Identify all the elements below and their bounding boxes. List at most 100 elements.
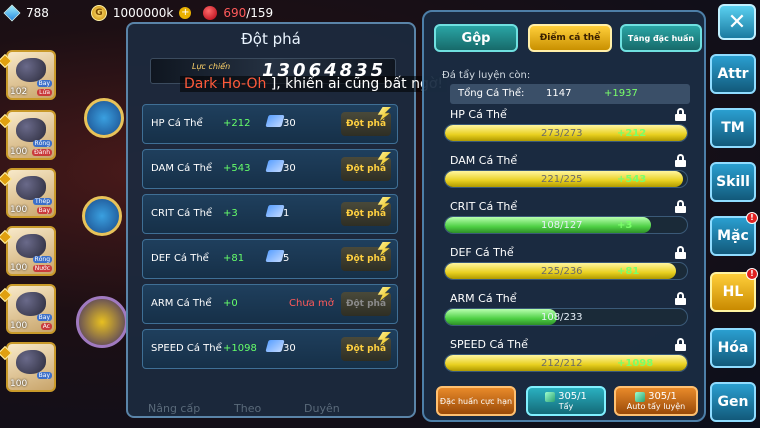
breakthrough-row: ARM Cá Thể +0 Chưa mở Đột phá bbox=[142, 284, 398, 324]
type-badge: Rồng bbox=[32, 140, 52, 147]
type-badge: Thép bbox=[33, 198, 52, 205]
lock-icon[interactable] bbox=[675, 338, 686, 351]
side-tab-mặc[interactable]: Mặc! bbox=[710, 212, 758, 256]
iv-stat-row: SPEED Cá Thể 212/212 +1098 bbox=[442, 338, 694, 384]
panel-title: Đột phá bbox=[241, 30, 301, 48]
tab-upgrade[interactable]: Nâng cấp bbox=[148, 402, 200, 415]
tab-iv-points[interactable]: Điểm cá thể bbox=[528, 24, 612, 52]
ticket-icon bbox=[265, 340, 285, 352]
side-tab-hl[interactable]: HL! bbox=[710, 268, 758, 312]
stat-bonus: +1098 bbox=[223, 343, 257, 354]
iv-progress-text: 108/127 bbox=[541, 220, 583, 231]
iv-stat-name: DEF Cá Thể bbox=[450, 246, 514, 259]
type-badge: Lửa bbox=[37, 89, 52, 96]
wash-button[interactable]: 305/1 Tẩy bbox=[526, 386, 606, 416]
stat-bonus: +212 bbox=[223, 118, 251, 129]
stat-label: DAM Cá Thể bbox=[151, 163, 213, 174]
stone-icon bbox=[635, 391, 646, 402]
breakthrough-row: DAM Cá Thể +543 30 Đột phá bbox=[142, 149, 398, 189]
type-badge: Bay bbox=[36, 207, 52, 214]
iv-stat-name: SPEED Cá Thể bbox=[450, 338, 528, 351]
total-value: 1147 bbox=[546, 88, 572, 99]
iv-bonus: +81 bbox=[617, 266, 640, 277]
wash-count: 305/1 bbox=[558, 391, 587, 402]
pokemon-sprite bbox=[16, 350, 46, 374]
side-tab-attr[interactable]: Attr bbox=[710, 54, 756, 94]
side-tab-label: Gen bbox=[717, 394, 749, 410]
iv-bonus: +1098 bbox=[617, 358, 654, 369]
special-label: Đặc huấn cực hạn bbox=[439, 396, 513, 406]
gem-count: 788 bbox=[26, 6, 49, 20]
lock-icon[interactable] bbox=[675, 108, 686, 121]
type-badge: Nước bbox=[32, 265, 52, 272]
tab-merge[interactable]: Gộp bbox=[434, 24, 518, 52]
total-row: Tổng Cá Thể: 1147 +1937 bbox=[450, 84, 690, 104]
iv-stat-row: HP Cá Thể 273/273 +212 bbox=[442, 108, 694, 154]
lock-icon[interactable] bbox=[675, 246, 686, 259]
gold-icon: G bbox=[90, 5, 107, 21]
pokemon-sprite bbox=[16, 234, 46, 258]
add-gold-icon[interactable]: + bbox=[179, 7, 192, 19]
bag-icon[interactable] bbox=[82, 196, 122, 236]
special-training-button[interactable]: Đặc huấn cực hạn bbox=[436, 386, 516, 416]
ticket-count: 30 bbox=[283, 163, 296, 174]
chat-overlay: Dark Ho-Oh ], khiến ai cũng bất ngờ! bbox=[180, 76, 448, 92]
pokemon-card[interactable]: Bay Ác 100 bbox=[6, 284, 56, 334]
wash-label: Tẩy bbox=[558, 402, 574, 411]
stamina-max: /159 bbox=[246, 6, 274, 20]
stat-bonus: +81 bbox=[223, 253, 245, 264]
iv-progress-text: 108/233 bbox=[541, 312, 583, 323]
close-button[interactable]: ✕ bbox=[718, 4, 756, 40]
type-badge: Rồng bbox=[32, 256, 52, 263]
item-bubble-icon[interactable] bbox=[84, 98, 124, 138]
iv-progress-text: 212/212 bbox=[541, 358, 583, 369]
side-tab-tm[interactable]: TM bbox=[710, 108, 756, 148]
pokemon-card[interactable]: Bay Lửa 102 bbox=[6, 50, 56, 100]
auto-wash-button[interactable]: 305/1 Auto tẩy luyện bbox=[614, 386, 698, 416]
lock-icon[interactable] bbox=[675, 292, 686, 305]
side-tab-label: Attr bbox=[717, 66, 749, 82]
iv-progress-text: 225/236 bbox=[541, 266, 583, 277]
pokemon-level: 100 bbox=[10, 263, 28, 273]
iv-panel: Gộp Điểm cá thể Tăng đặc huấn Đá tẩy luy… bbox=[422, 10, 706, 422]
pokemon-card[interactable]: Rồng Đánh 100 bbox=[6, 110, 56, 160]
gem-icon bbox=[3, 4, 21, 22]
pokemon-card[interactable]: Thép Bay 100 bbox=[6, 168, 56, 218]
iv-bonus: +212 bbox=[617, 128, 647, 139]
side-tab-gen[interactable]: Gen bbox=[710, 382, 756, 422]
lock-icon[interactable] bbox=[675, 200, 686, 213]
stat-label: HP Cá Thể bbox=[151, 118, 203, 129]
lock-icon[interactable] bbox=[675, 154, 686, 167]
power-label: Lực chiến bbox=[192, 62, 231, 71]
pokemon-card[interactable]: Rồng Nước 100 bbox=[6, 226, 56, 276]
side-tab-skill[interactable]: Skill bbox=[710, 162, 756, 202]
pokemon-card[interactable]: Bay 100 bbox=[6, 342, 56, 392]
tab-follow[interactable]: Theo bbox=[234, 402, 261, 415]
stone-icon bbox=[545, 391, 556, 402]
iv-progress-text: 273/273 bbox=[541, 128, 583, 139]
stat-label: CRIT Cá Thể bbox=[151, 208, 213, 219]
remaining-label: Đá tẩy luyện còn: bbox=[442, 70, 531, 81]
breakthrough-row: CRIT Cá Thể +3 1 Đột phá bbox=[142, 194, 398, 234]
iv-bonus: +3 bbox=[617, 220, 633, 231]
alert-badge-icon: ! bbox=[746, 212, 758, 224]
pokemon-sprite bbox=[16, 176, 46, 200]
tab-bond[interactable]: Duyên bbox=[304, 402, 340, 415]
iv-progress-bar: 221/225 +543 bbox=[444, 170, 688, 188]
iv-stat-row: DAM Cá Thể 221/225 +543 bbox=[442, 154, 694, 200]
ticket-count: 5 bbox=[283, 253, 290, 264]
alert-badge-icon: ! bbox=[746, 268, 758, 280]
iv-stat-row: CRIT Cá Thể 108/127 +3 bbox=[442, 200, 694, 246]
side-tab-hóa[interactable]: Hóa bbox=[710, 328, 756, 368]
stamina-icon bbox=[203, 6, 218, 20]
overlay-name: Dark Ho-Oh bbox=[184, 76, 267, 92]
stat-bonus: +3 bbox=[223, 208, 238, 219]
side-tab-label: Mặc bbox=[717, 228, 749, 244]
side-tab-label: Hóa bbox=[717, 340, 749, 356]
ticket-count: 1 bbox=[283, 208, 290, 219]
iv-stat-row: DEF Cá Thể 225/236 +81 bbox=[442, 246, 694, 292]
tab-special-training[interactable]: Tăng đặc huấn bbox=[620, 24, 702, 52]
side-tab-label: HL bbox=[722, 284, 744, 300]
stat-bonus: +0 bbox=[223, 298, 238, 309]
auto-label: Auto tẩy luyện bbox=[626, 402, 686, 411]
